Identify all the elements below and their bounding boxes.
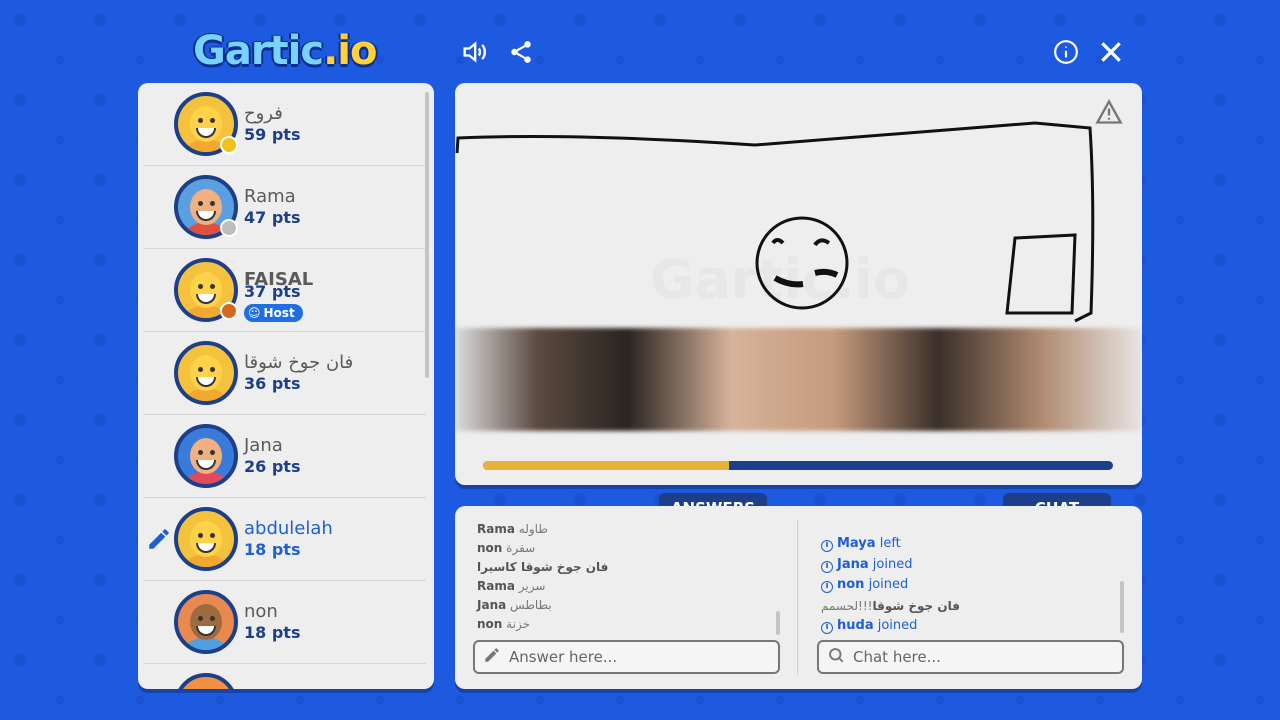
players-list: فروح 59 pts Rama 47 pts FAISAL 37 pts ☺ H… xyxy=(138,83,434,689)
player-name: abdulelah xyxy=(244,518,333,539)
player-row[interactable]: فروح 59 pts xyxy=(144,83,426,166)
avatar xyxy=(174,424,238,488)
answers-scrollbar[interactable] xyxy=(776,611,780,635)
chat-list: i Maya left i Jana joined i non joined فان … xyxy=(821,534,1121,637)
drawing-pencil-icon xyxy=(146,526,172,552)
answer-field[interactable] xyxy=(473,640,780,674)
list-item: non سفرة xyxy=(477,541,536,555)
status-dot xyxy=(220,219,238,237)
list-item: Rama سرير xyxy=(477,579,546,593)
avatar xyxy=(174,507,238,571)
list-item: non خزنة xyxy=(477,617,530,631)
player-row[interactable]: abdulelah 18 pts xyxy=(144,498,426,581)
player-row[interactable]: Jana 26 pts xyxy=(144,415,426,498)
player-row[interactable]: Rama 47 pts xyxy=(144,166,426,249)
player-name: Jana xyxy=(244,435,283,456)
close-icon[interactable] xyxy=(1096,37,1126,67)
report-warning-icon[interactable] xyxy=(1095,99,1123,125)
answer-input[interactable] xyxy=(509,648,749,666)
drawing-strokes xyxy=(455,121,1095,323)
player-points: 26 pts xyxy=(244,457,301,476)
list-item: Jana بطاطس xyxy=(477,598,552,612)
player-points: 18 pts xyxy=(244,540,301,559)
player-name: Rama xyxy=(244,186,296,207)
answers-chat-panel: Rama طاوله non سفرة فان جوخ شوقا كاسيرا … xyxy=(455,506,1142,689)
list-item: فان جوخ شوقا كاسيرا xyxy=(477,560,609,574)
obscured-region xyxy=(455,328,1142,431)
pencil-icon xyxy=(483,646,501,668)
list-item: i Maya left xyxy=(821,534,1121,555)
player-points: 37 pts xyxy=(244,282,301,301)
drawing-canvas[interactable]: Gartic.io xyxy=(455,83,1142,485)
round-timer-bar xyxy=(483,461,1113,470)
avatar xyxy=(174,341,238,405)
player-points: 59 pts xyxy=(244,125,301,144)
player-row[interactable]: FAISAL 37 pts ☺ Host xyxy=(144,249,426,332)
status-dot xyxy=(220,136,238,154)
chat-field[interactable] xyxy=(817,640,1124,674)
player-points: 47 pts xyxy=(244,208,301,227)
top-bar: Gartic.io xyxy=(0,0,1280,84)
info-icon: i xyxy=(821,540,833,552)
chat-scrollbar[interactable] xyxy=(1120,581,1124,633)
list-item: i huda joined xyxy=(821,616,1121,637)
info-icon[interactable] xyxy=(1051,37,1081,67)
gartic-logo: Gartic.io xyxy=(193,28,377,74)
list-item: فان جوخ شوقا!!!لحسمم xyxy=(821,598,960,613)
player-row[interactable]: فان جوخ شوقا 36 pts xyxy=(144,332,426,415)
avatar xyxy=(174,673,238,689)
player-name: non xyxy=(244,601,278,622)
status-dot xyxy=(220,302,238,320)
info-icon: i xyxy=(821,581,833,593)
answers-list: Rama طاوله non سفرة فان جوخ شوقا كاسيرا … xyxy=(477,520,777,634)
list-item: Rama طاوله xyxy=(477,522,548,536)
player-points: 18 pts xyxy=(244,623,301,642)
round-timer-fill xyxy=(483,461,729,470)
search-icon xyxy=(827,646,845,668)
players-scrollbar[interactable] xyxy=(425,92,429,378)
host-badge: ☺ Host xyxy=(244,304,303,322)
player-row[interactable]: non 18 pts xyxy=(144,581,426,664)
chat-input[interactable] xyxy=(853,648,1093,666)
info-icon: i xyxy=(821,560,833,573)
info-icon: i xyxy=(821,622,833,634)
avatar xyxy=(174,590,238,654)
crown-icon: ☺ xyxy=(248,306,261,320)
player-row[interactable] xyxy=(144,664,426,689)
list-item: i Jana joined xyxy=(821,555,1121,576)
player-points: 36 pts xyxy=(244,374,301,393)
sound-icon[interactable] xyxy=(459,37,489,67)
list-item: i non joined xyxy=(821,575,1121,596)
player-name: فان جوخ شوقا xyxy=(244,352,354,373)
panel-divider xyxy=(797,520,798,675)
share-icon[interactable] xyxy=(506,37,536,67)
player-name: فروح xyxy=(244,103,283,124)
